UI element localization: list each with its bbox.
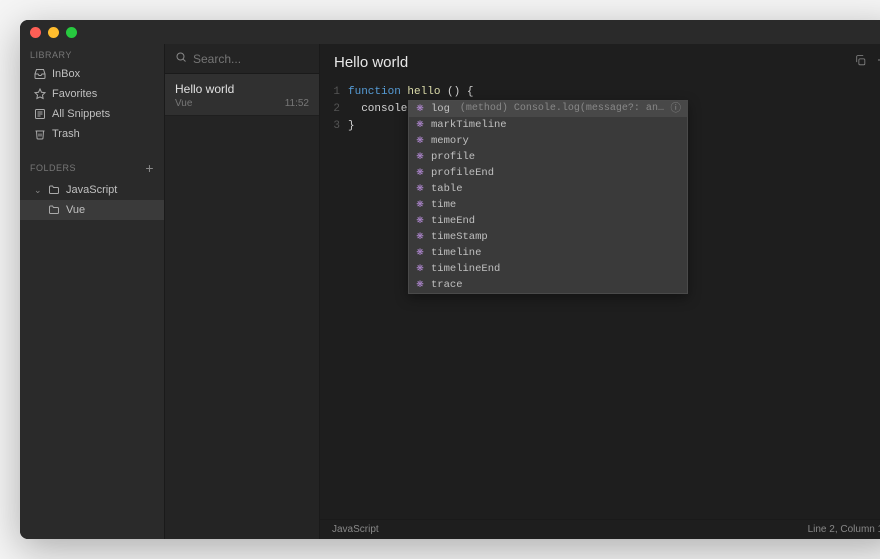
editor-header: Hello world + <box>320 44 880 80</box>
sidebar-item-trash[interactable]: Trash <box>20 124 164 144</box>
sidebar-item-label: All Snippets <box>52 108 110 120</box>
code-text: console. <box>361 103 414 115</box>
close-icon[interactable] <box>30 27 41 38</box>
app-window: LIBRARY InBox Favorites All Snippets <box>20 20 880 539</box>
trash-icon <box>34 128 46 140</box>
autocomplete-item[interactable]: timelineEnd <box>409 261 687 277</box>
library-header: LIBRARY <box>20 44 164 64</box>
punctuation: } <box>348 120 355 132</box>
autocomplete-label: table <box>431 182 463 196</box>
method-icon <box>415 280 425 290</box>
add-folder-button[interactable]: + <box>145 160 154 176</box>
minimize-icon[interactable] <box>48 27 59 38</box>
search-bar: + <box>165 44 319 74</box>
status-language[interactable]: JavaScript <box>332 524 379 535</box>
editor-body[interactable]: 1 2 3 function hello () { console. } log… <box>320 80 880 519</box>
search-icon <box>175 50 187 68</box>
autocomplete-item[interactable]: table <box>409 181 687 197</box>
identifier: hello <box>401 86 447 98</box>
sidebar-folder-vue[interactable]: Vue <box>20 200 164 220</box>
method-icon <box>415 184 425 194</box>
sidebar-folder-label: JavaScript <box>66 184 117 196</box>
star-icon <box>34 88 46 100</box>
sidebar: LIBRARY InBox Favorites All Snippets <box>20 44 164 539</box>
autocomplete-item[interactable]: markTimeline <box>409 117 687 133</box>
autocomplete-label: trace <box>431 278 463 292</box>
autocomplete-label: log <box>431 102 450 116</box>
inbox-icon <box>34 68 46 80</box>
snippet-list-item[interactable]: Hello world Vue 11:52 <box>165 74 319 116</box>
autocomplete-label: time <box>431 198 456 212</box>
editor-pane: Hello world + 1 2 3 function hello () { … <box>320 44 880 539</box>
sidebar-folder-javascript[interactable]: ⌄ JavaScript <box>20 180 164 200</box>
info-icon[interactable]: ⓘ <box>671 102 682 116</box>
page-title[interactable]: Hello world <box>334 54 408 71</box>
sidebar-item-favorites[interactable]: Favorites <box>20 84 164 104</box>
punctuation: () { <box>447 86 473 98</box>
method-icon <box>415 200 425 210</box>
folder-icon <box>48 184 60 196</box>
autocomplete-item[interactable]: timeStamp <box>409 229 687 245</box>
titlebar <box>20 20 880 44</box>
method-icon <box>415 120 425 130</box>
main-layout: LIBRARY InBox Favorites All Snippets <box>20 44 880 539</box>
method-icon <box>415 104 425 114</box>
editor-toolbar: + <box>854 54 880 70</box>
sidebar-item-all-snippets[interactable]: All Snippets <box>20 104 164 124</box>
sidebar-folder-label: Vue <box>66 204 85 216</box>
autocomplete-item[interactable]: trace <box>409 277 687 293</box>
method-icon <box>415 152 425 162</box>
autocomplete-item[interactable]: profile <box>409 149 687 165</box>
autocomplete-item[interactable]: log (method) Console.log(message?: any, … <box>409 101 687 117</box>
keyword: function <box>348 86 401 98</box>
autocomplete-label: timeline <box>431 246 481 260</box>
line-number: 1 <box>320 84 348 101</box>
snippet-meta: Vue 11:52 <box>175 98 309 109</box>
autocomplete-label: timelineEnd <box>431 262 500 276</box>
autocomplete-item[interactable]: timeEnd <box>409 213 687 229</box>
snippet-title: Hello world <box>175 82 309 96</box>
method-icon <box>415 248 425 258</box>
library-header-label: LIBRARY <box>30 50 72 60</box>
sidebar-item-inbox[interactable]: InBox <box>20 64 164 84</box>
autocomplete-item[interactable]: timeline <box>409 245 687 261</box>
autocomplete-item[interactable]: memory <box>409 133 687 149</box>
method-icon <box>415 136 425 146</box>
chevron-down-icon: ⌄ <box>34 185 42 196</box>
folders-header-label: FOLDERS <box>30 163 76 173</box>
method-icon <box>415 232 425 242</box>
autocomplete-label: profileEnd <box>431 166 494 180</box>
method-icon <box>415 216 425 226</box>
autocomplete-label: timeEnd <box>431 214 475 228</box>
code-line: function hello () { <box>348 84 880 101</box>
line-number: 3 <box>320 118 348 135</box>
autocomplete-label: memory <box>431 134 469 148</box>
sidebar-item-label: Favorites <box>52 88 97 100</box>
method-icon <box>415 264 425 274</box>
copy-icon[interactable] <box>854 54 867 70</box>
folder-icon <box>48 204 60 216</box>
line-number: 2 <box>320 101 348 118</box>
autocomplete-item[interactable]: time <box>409 197 687 213</box>
snippet-time: 11:52 <box>285 98 309 109</box>
sidebar-item-label: Trash <box>52 128 80 140</box>
autocomplete-label: profile <box>431 150 475 164</box>
maximize-icon[interactable] <box>66 27 77 38</box>
line-number-gutter: 1 2 3 <box>320 80 348 519</box>
folders-header: FOLDERS + <box>20 154 164 180</box>
autocomplete-popup[interactable]: log (method) Console.log(message?: any, … <box>408 100 688 294</box>
indent <box>348 103 361 115</box>
sidebar-item-label: InBox <box>52 68 80 80</box>
snippet-list-column: + Hello world Vue 11:52 <box>164 44 320 539</box>
method-icon <box>415 168 425 178</box>
list-icon <box>34 108 46 120</box>
code-area[interactable]: function hello () { console. } log (meth… <box>348 80 880 519</box>
status-bar: JavaScript Line 2, Column 11 <box>320 519 880 539</box>
autocomplete-label: markTimeline <box>431 118 507 132</box>
status-cursor-position: Line 2, Column 11 <box>808 524 880 535</box>
autocomplete-label: timeStamp <box>431 230 488 244</box>
snippet-folder-label: Vue <box>175 98 192 109</box>
autocomplete-hint: (method) Console.log(message?: any, ...o… <box>460 102 665 116</box>
autocomplete-item[interactable]: profileEnd <box>409 165 687 181</box>
